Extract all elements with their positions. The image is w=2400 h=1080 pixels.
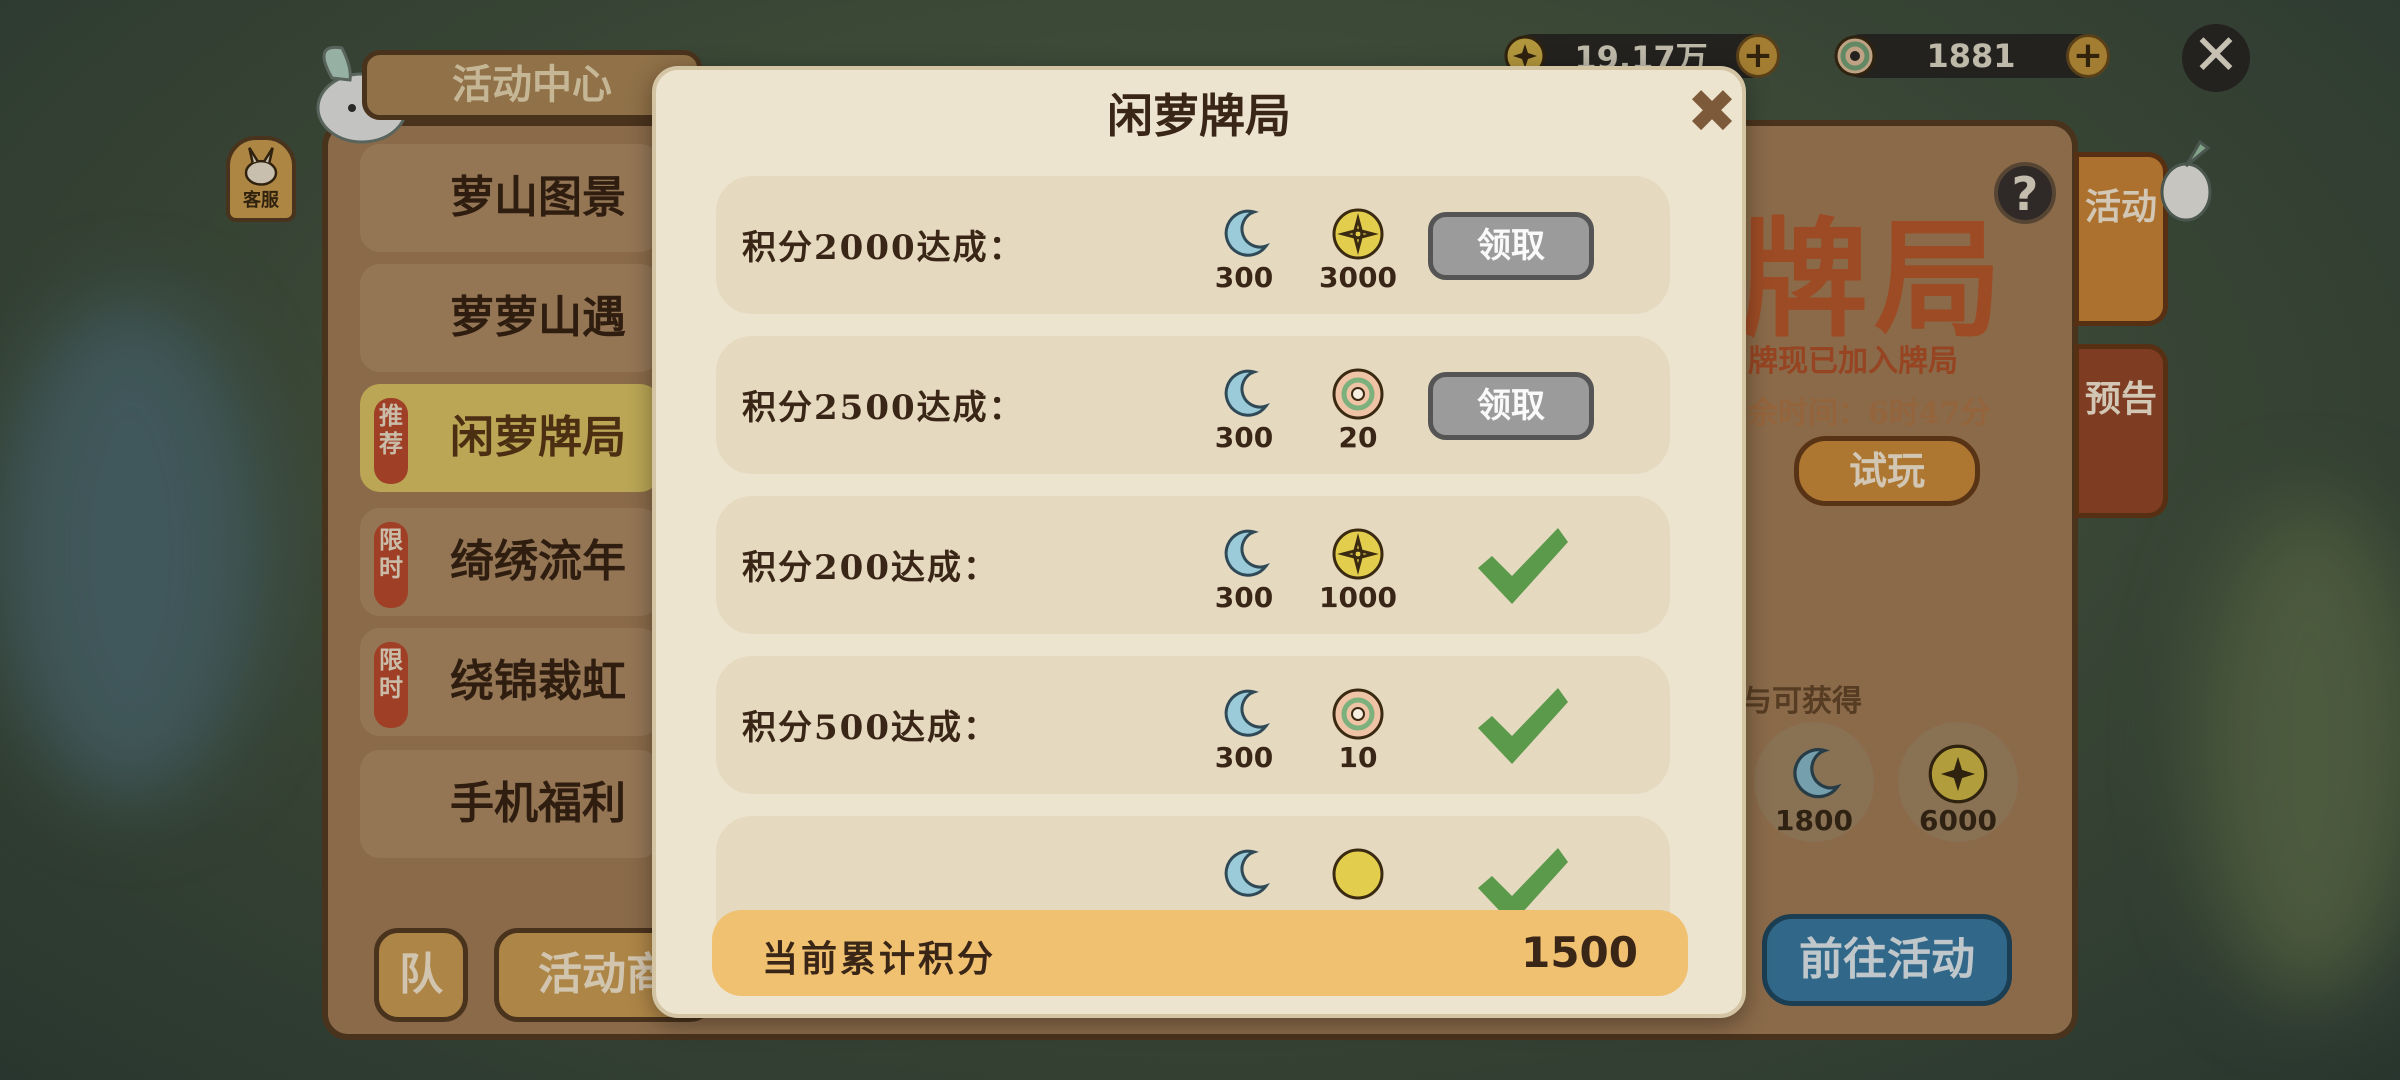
moon-icon [1224,689,1271,737]
reward-row: 积分200达成： 300 1000 [716,496,1670,634]
rewards-modal: 闲萝牌局 ✖ 积分2000达成： 300 3000 领取 积分2500达成： 3… [652,66,1746,1018]
reward-amount: 3000 [1319,261,1397,294]
current-score-value: 1500 [1521,928,1638,977]
moon-icon [1224,529,1271,577]
gold-coin-icon [1332,528,1384,580]
reward-amount: 300 [1214,741,1274,774]
row-label: 积分500达成： [742,708,999,748]
claim-button[interactable]: 领取 [1428,372,1594,440]
row-label: 积分2000达成： [742,228,1025,268]
reward-item: 3000 [1318,206,1398,292]
reward-row: 积分500达成： 300 10 [716,656,1670,794]
reward-item: 300 [1204,686,1284,772]
reward-item: 300 [1204,366,1284,452]
reward-amount: 300 [1214,581,1274,614]
check-icon [1478,528,1568,604]
current-score-bar: 当前累计积分 1500 [712,910,1688,996]
reward-amount: 10 [1338,741,1378,774]
jade-coin-icon [1332,688,1384,740]
reward-row: 积分2000达成： 300 3000 领取 [716,176,1670,314]
reward-item [1204,846,1284,902]
rewards-list[interactable]: 积分2000达成： 300 3000 领取 积分2500达成： 300 20 领… [716,176,1682,934]
jade-coin-icon [1332,368,1384,420]
reward-item: 20 [1318,366,1398,452]
moon-icon [1224,849,1271,897]
row-label: 积分200达成： [742,548,999,588]
current-score-label: 当前累计积分 [762,938,997,980]
moon-icon [1224,369,1271,417]
modal-close-icon[interactable]: ✖ [1682,82,1742,144]
reward-amount: 20 [1338,421,1378,454]
gold-coin-icon [1332,848,1384,900]
reward-item: 1000 [1318,526,1398,612]
reward-row: 积分2500达成： 300 20 领取 [716,336,1670,474]
reward-amount: 300 [1214,421,1274,454]
claim-button[interactable]: 领取 [1428,212,1594,280]
moon-icon [1224,209,1271,257]
reward-item [1318,846,1398,902]
modal-title: 闲萝牌局 [1107,89,1291,143]
reward-item: 300 [1204,526,1284,612]
check-icon [1478,688,1568,764]
reward-amount: 1000 [1319,581,1397,614]
reward-item: 300 [1204,206,1284,292]
row-label: 积分2500达成： [742,388,1025,428]
reward-item: 10 [1318,686,1398,772]
reward-amount: 300 [1214,261,1274,294]
gold-coin-icon [1332,208,1384,260]
